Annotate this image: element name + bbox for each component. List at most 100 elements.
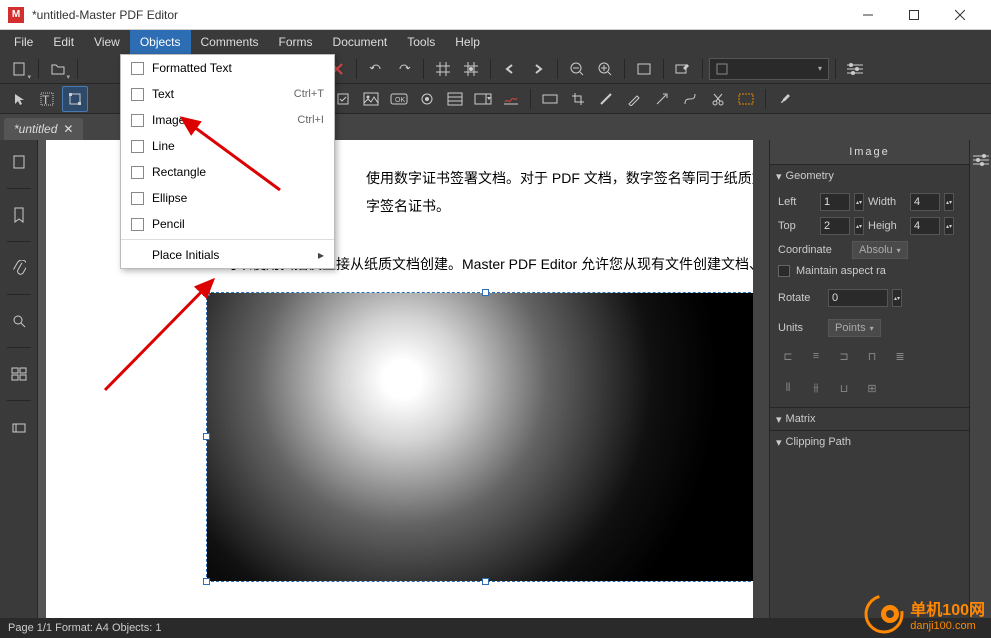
options-button[interactable] <box>842 56 868 82</box>
maximize-button[interactable] <box>891 0 937 30</box>
search-panel-button[interactable] <box>5 307 33 335</box>
thumbnails-button[interactable] <box>5 360 33 388</box>
zoom-in-button[interactable] <box>592 56 618 82</box>
combo-tool[interactable] <box>470 86 496 112</box>
menu-document[interactable]: Document <box>323 30 398 54</box>
signature-tool[interactable] <box>498 86 524 112</box>
menu-pencil[interactable]: Pencil <box>121 211 334 237</box>
window-controls <box>845 0 983 30</box>
section-matrix-header[interactable]: ▾Matrix <box>770 408 969 430</box>
chevron-down-icon: ▾ <box>776 436 782 449</box>
link-tool[interactable] <box>537 86 563 112</box>
menu-image[interactable]: ImageCtrl+I <box>121 107 334 133</box>
menu-tools[interactable]: Tools <box>397 30 445 54</box>
selected-image[interactable] <box>206 292 753 582</box>
section-geometry-header[interactable]: ▾Geometry <box>770 165 969 187</box>
units-combo[interactable]: Points ▾ <box>828 319 881 337</box>
undo-button[interactable] <box>363 56 389 82</box>
center-icon[interactable]: ⊞ <box>862 379 882 397</box>
arrow-draw-tool[interactable] <box>649 86 675 112</box>
attachments-panel-button[interactable] <box>5 254 33 282</box>
tab-close-icon[interactable]: ✕ <box>63 122 73 136</box>
align-middle-icon[interactable]: ≣ <box>890 347 910 365</box>
curve-tool[interactable] <box>677 86 703 112</box>
section-clipping-header[interactable]: ▾Clipping Path <box>770 431 969 453</box>
align-left-icon[interactable]: ⊏ <box>778 347 798 365</box>
height-label: Heigh <box>868 220 906 232</box>
statusbar: Page 1/1 Format: A4 Objects: 1 <box>0 618 991 638</box>
brush-tool[interactable] <box>772 86 798 112</box>
menu-forms[interactable]: Forms <box>269 30 323 54</box>
pencil-draw-tool[interactable] <box>621 86 647 112</box>
resize-handle-ml[interactable] <box>203 433 210 440</box>
cut-tool[interactable] <box>705 86 731 112</box>
next-page-button[interactable] <box>525 56 551 82</box>
rotate-spinner[interactable]: ▴▾ <box>892 289 902 307</box>
menu-file[interactable]: File <box>4 30 43 54</box>
settings-icon[interactable] <box>967 146 991 174</box>
open-file-button[interactable]: ▾ <box>45 56 71 82</box>
menu-line[interactable]: Line <box>121 133 334 159</box>
pointer-tool[interactable] <box>6 86 32 112</box>
top-spinner[interactable]: ▴▾ <box>854 217 864 235</box>
menu-edit[interactable]: Edit <box>43 30 84 54</box>
watermark-url: danji100.com <box>910 620 985 632</box>
layers-button[interactable] <box>5 413 33 441</box>
text-select-tool[interactable]: T <box>34 86 60 112</box>
rotate-input[interactable]: 0 <box>828 289 888 307</box>
form-edit-button[interactable] <box>670 56 696 82</box>
menu-comments[interactable]: Comments <box>191 30 269 54</box>
redo-button[interactable] <box>391 56 417 82</box>
fit-width-button[interactable] <box>631 56 657 82</box>
menu-text[interactable]: TextCtrl+T <box>121 81 334 107</box>
close-window-button[interactable] <box>937 0 983 30</box>
radio-tool[interactable] <box>414 86 440 112</box>
height-spinner[interactable]: ▴▾ <box>944 217 954 235</box>
crop-tool[interactable] <box>565 86 591 112</box>
resize-handle-tm[interactable] <box>482 289 489 296</box>
left-spinner[interactable]: ▴▾ <box>854 193 864 211</box>
minimize-button[interactable] <box>845 0 891 30</box>
distribute-v-icon[interactable]: ⫵ <box>806 379 826 397</box>
menu-ellipse[interactable]: Ellipse <box>121 185 334 211</box>
resize-handle-tl[interactable] <box>203 289 210 296</box>
pages-panel-button[interactable] <box>5 148 33 176</box>
menu-place-initials[interactable]: Place Initials▸ <box>121 242 334 268</box>
watermark-name: 单机100网 <box>910 596 985 620</box>
align-bottom-icon[interactable]: ⊔ <box>834 379 854 397</box>
align-right-icon[interactable]: ⊐ <box>834 347 854 365</box>
menu-rectangle[interactable]: Rectangle <box>121 159 334 185</box>
vertical-scrollbar[interactable] <box>753 140 769 618</box>
rect-select-tool[interactable] <box>733 86 759 112</box>
top-input[interactable]: 2 <box>820 217 850 235</box>
new-file-button[interactable]: ▾ <box>6 56 32 82</box>
list-tool[interactable] <box>442 86 468 112</box>
resize-handle-bl[interactable] <box>203 578 210 585</box>
menu-view[interactable]: View <box>84 30 130 54</box>
button-tool[interactable]: OK <box>386 86 412 112</box>
align-center-h-icon[interactable]: ≡ <box>806 347 826 365</box>
width-input[interactable]: 4 <box>910 193 940 211</box>
bookmarks-panel-button[interactable] <box>5 201 33 229</box>
left-input[interactable]: 1 <box>820 193 850 211</box>
document-tab[interactable]: *untitled ✕ <box>4 118 83 140</box>
snap-button[interactable] <box>458 56 484 82</box>
edit-object-tool[interactable] <box>62 86 88 112</box>
height-input[interactable]: 4 <box>910 217 940 235</box>
align-top-icon[interactable]: ⊓ <box>862 347 882 365</box>
menu-objects[interactable]: Objects <box>130 30 191 54</box>
zoom-out-button[interactable] <box>564 56 590 82</box>
image-tool[interactable] <box>358 86 384 112</box>
grid-button[interactable] <box>430 56 456 82</box>
resize-handle-bm[interactable] <box>482 578 489 585</box>
aspect-checkbox[interactable] <box>778 265 790 277</box>
menu-help[interactable]: Help <box>445 30 490 54</box>
coord-combo[interactable]: Absolu▾ <box>852 241 908 259</box>
width-spinner[interactable]: ▴▾ <box>944 193 954 211</box>
zoom-combo[interactable]: ▾ <box>709 58 829 80</box>
menu-formatted-text[interactable]: Formatted Text <box>121 55 334 81</box>
prev-page-button[interactable] <box>497 56 523 82</box>
rotate-label: Rotate <box>778 292 824 304</box>
line-draw-tool[interactable] <box>593 86 619 112</box>
distribute-h-icon[interactable]: ⫴ <box>778 379 798 397</box>
